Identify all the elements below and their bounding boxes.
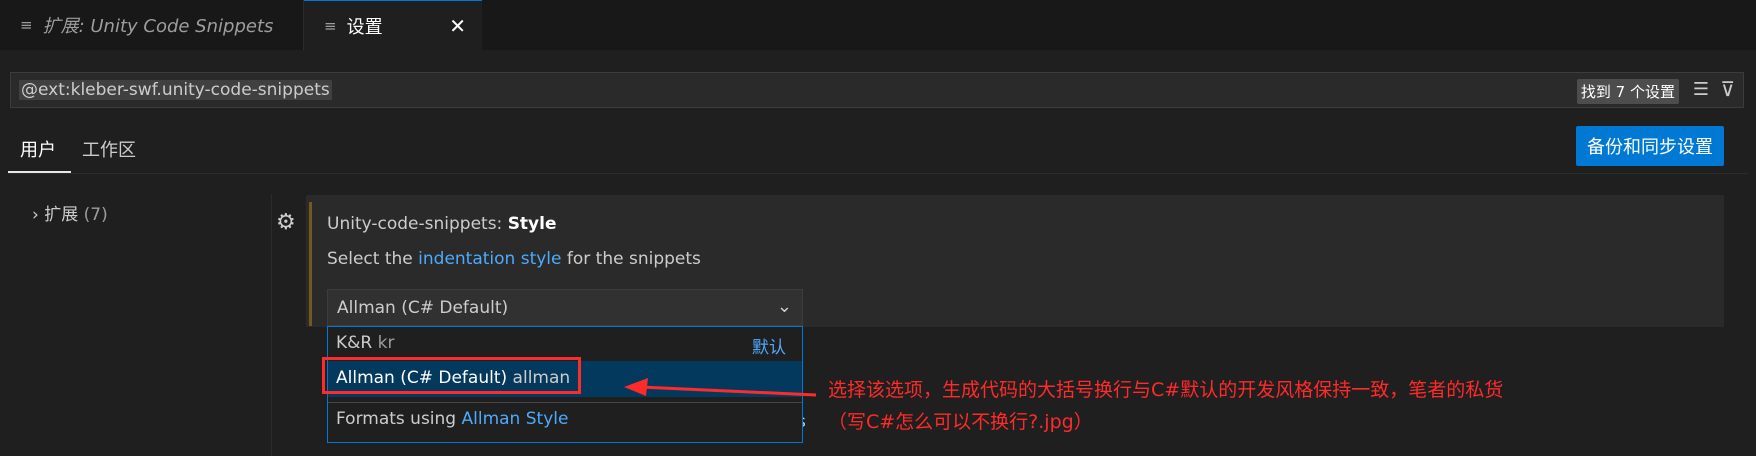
annotation-line-1: 选择该选项，生成代码的大括号换行与C#默认的开发风格保持一致，笔者的私货 bbox=[828, 379, 1504, 401]
annotation-text: 选择该选项，生成代码的大括号换行与C#默认的开发风格保持一致，笔者的私货 （写C… bbox=[828, 374, 1503, 438]
annotation-line-2: （写C#怎么可以不换行?.jpg） bbox=[828, 411, 1093, 433]
